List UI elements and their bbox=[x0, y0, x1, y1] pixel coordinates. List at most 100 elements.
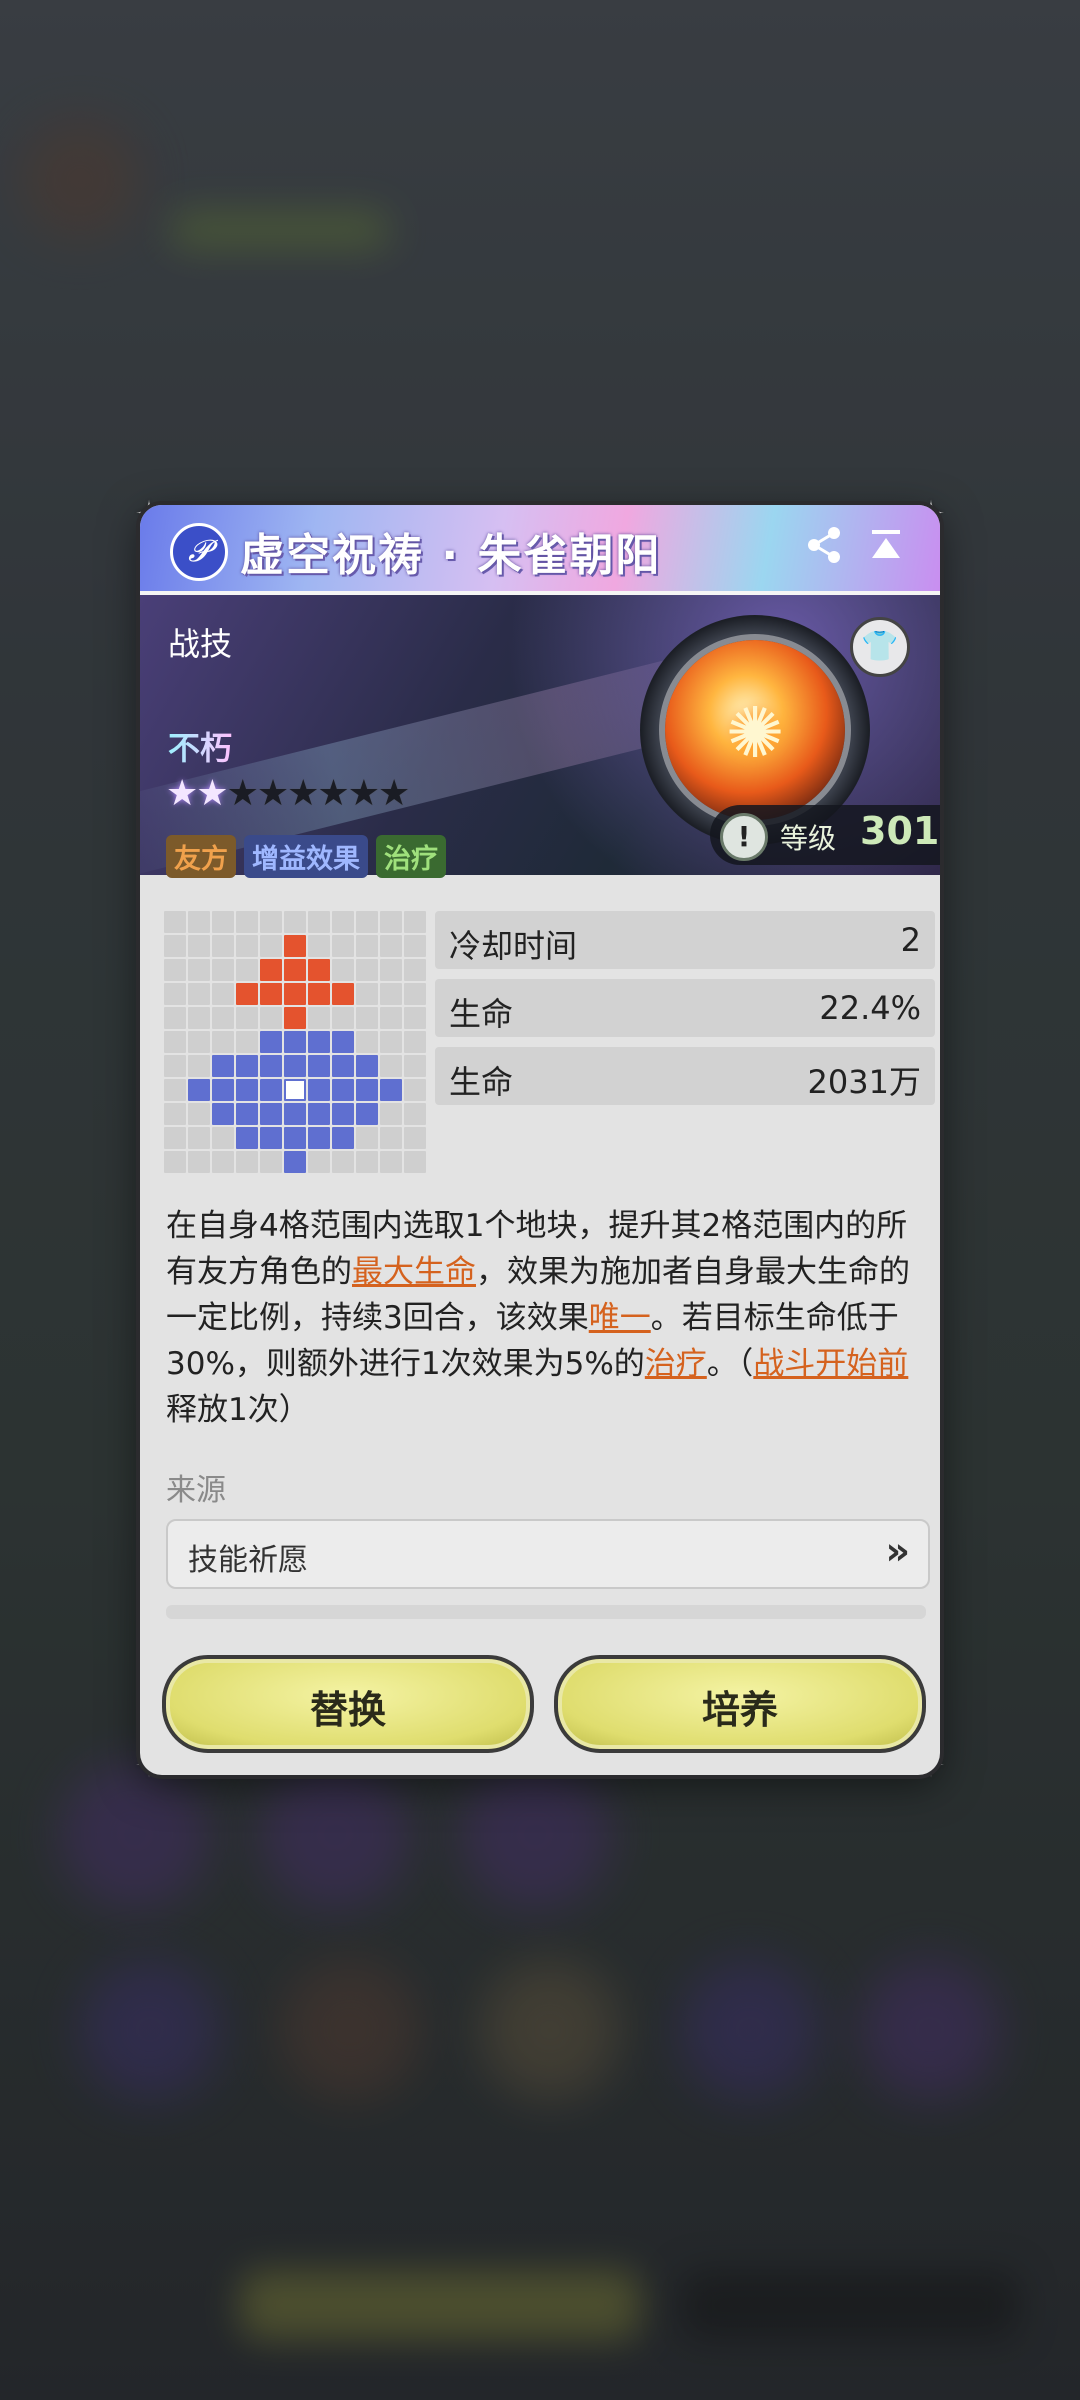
grid-cell-center bbox=[284, 1079, 306, 1101]
grid-cell bbox=[188, 959, 210, 981]
skill-name: 不朽 bbox=[168, 723, 232, 769]
grid-cell bbox=[164, 1151, 186, 1173]
source-button[interactable]: 技能祈愿 » bbox=[166, 1519, 930, 1589]
stat-value: 2031万 bbox=[807, 1063, 921, 1101]
phoenix-icon: ✺ bbox=[665, 640, 845, 820]
keyword-link[interactable]: 战斗开始前 bbox=[753, 1346, 908, 1382]
grid-cell bbox=[332, 935, 354, 957]
double-chevron-right-icon: » bbox=[885, 1529, 910, 1573]
grid-cell bbox=[236, 959, 258, 981]
grid-cell bbox=[308, 1007, 330, 1029]
stats-list: 冷却时间 2 生命 22.4% 生命 2031万 bbox=[435, 911, 935, 1115]
star-filled-icon: ★ bbox=[166, 773, 198, 814]
replace-button[interactable]: 替换 bbox=[162, 1655, 534, 1753]
grid-cell bbox=[212, 1151, 234, 1173]
grid-cell bbox=[188, 983, 210, 1005]
grid-cell bbox=[236, 1079, 258, 1101]
stat-row: 生命 22.4% bbox=[435, 979, 935, 1037]
collapse-icon[interactable] bbox=[862, 525, 910, 573]
grid-cell bbox=[380, 935, 402, 957]
grid-cell bbox=[404, 1103, 426, 1125]
grid-cell bbox=[236, 911, 258, 933]
grid-cell bbox=[188, 1055, 210, 1077]
grid-cell bbox=[260, 1151, 282, 1173]
grid-cell bbox=[404, 983, 426, 1005]
level-badge: ! 等级 301 bbox=[710, 805, 940, 865]
grid-cell bbox=[332, 911, 354, 933]
grid-cell bbox=[236, 1031, 258, 1053]
grid-cell bbox=[260, 1079, 282, 1101]
grid-cell bbox=[356, 935, 378, 957]
grid-cell bbox=[284, 1127, 306, 1149]
skill-detail-dialog: ✦ ✦ ✦ ✦ 𝓟 虚空祝祷 · 朱雀朝阳 战技 不朽 ★★★★★★★★ 友方 … bbox=[130, 495, 950, 1785]
dialog-body: 𝓟 虚空祝祷 · 朱雀朝阳 战技 不朽 ★★★★★★★★ 友方 增益效果 治疗 bbox=[140, 505, 940, 1775]
grid-cell bbox=[236, 1007, 258, 1029]
grid-cell bbox=[236, 1127, 258, 1149]
quill-icon: 𝓟 bbox=[170, 523, 228, 581]
grid-cell bbox=[260, 983, 282, 1005]
grid-cell bbox=[164, 935, 186, 957]
grid-cell bbox=[164, 1079, 186, 1101]
star-empty-icon: ★ bbox=[287, 773, 319, 814]
grid-cell bbox=[332, 983, 354, 1005]
grid-cell bbox=[188, 935, 210, 957]
keyword-link[interactable]: 最大生命 bbox=[352, 1254, 476, 1290]
grid-cell bbox=[380, 1055, 402, 1077]
cultivate-button[interactable]: 培养 bbox=[554, 1655, 926, 1753]
tag-list: 友方 增益效果 治疗 bbox=[166, 835, 446, 878]
outfit-icon[interactable]: 👕 bbox=[850, 617, 910, 677]
skill-type: 战技 bbox=[168, 625, 233, 663]
grid-cell bbox=[188, 911, 210, 933]
grid-cell bbox=[212, 983, 234, 1005]
grid-cell bbox=[164, 1055, 186, 1077]
grid-cell bbox=[404, 911, 426, 933]
keyword-link[interactable]: 唯一 bbox=[589, 1300, 651, 1336]
stat-row: 冷却时间 2 bbox=[435, 911, 935, 969]
exclamation-icon[interactable]: ! bbox=[720, 813, 768, 861]
grid-cell bbox=[404, 1055, 426, 1077]
keyword-link[interactable]: 治疗 bbox=[645, 1346, 707, 1382]
tag-ally: 友方 bbox=[166, 835, 236, 878]
title-bar: 𝓟 虚空祝祷 · 朱雀朝阳 bbox=[140, 505, 940, 595]
share-icon[interactable] bbox=[800, 525, 848, 573]
grid-cell bbox=[356, 1079, 378, 1101]
grid-cell bbox=[188, 1127, 210, 1149]
grid-cell bbox=[284, 935, 306, 957]
grid-cell bbox=[260, 935, 282, 957]
tag-buff: 增益效果 bbox=[244, 835, 368, 878]
grid-cell bbox=[284, 1151, 306, 1173]
grid-cell bbox=[332, 1055, 354, 1077]
star-empty-icon: ★ bbox=[226, 773, 259, 814]
grid-cell bbox=[188, 1103, 210, 1125]
stat-row: 生命 2031万 bbox=[435, 1047, 935, 1105]
grid-cell bbox=[332, 1127, 354, 1149]
grid-cell bbox=[260, 911, 282, 933]
grid-cell bbox=[284, 1007, 306, 1029]
grid-cell bbox=[308, 1151, 330, 1173]
grid-cell bbox=[380, 959, 402, 981]
cultivate-button-label: 培养 bbox=[701, 1688, 778, 1732]
grid-cell bbox=[380, 1127, 402, 1149]
grid-cell bbox=[332, 959, 354, 981]
grid-cell bbox=[260, 1055, 282, 1077]
grid-cell bbox=[164, 1007, 186, 1029]
grid-cell bbox=[260, 1031, 282, 1053]
grid-cell bbox=[380, 1103, 402, 1125]
grid-cell bbox=[212, 959, 234, 981]
grid-cell bbox=[404, 1079, 426, 1101]
grid-cell bbox=[164, 983, 186, 1005]
grid-cell bbox=[260, 1103, 282, 1125]
grid-cell bbox=[380, 1031, 402, 1053]
grid-cell bbox=[356, 1127, 378, 1149]
grid-cell bbox=[356, 959, 378, 981]
star-empty-icon: ★ bbox=[317, 773, 349, 814]
grid-cell bbox=[236, 935, 258, 957]
tag-heal: 治疗 bbox=[376, 835, 446, 878]
level-label: 等级 bbox=[780, 822, 837, 855]
grid-cell bbox=[212, 1055, 234, 1077]
grid-cell bbox=[308, 1103, 330, 1125]
grid-cell bbox=[236, 1151, 258, 1173]
grid-cell bbox=[236, 1055, 258, 1077]
stat-label: 冷却时间 bbox=[449, 927, 578, 965]
stat-label: 生命 bbox=[449, 995, 514, 1033]
